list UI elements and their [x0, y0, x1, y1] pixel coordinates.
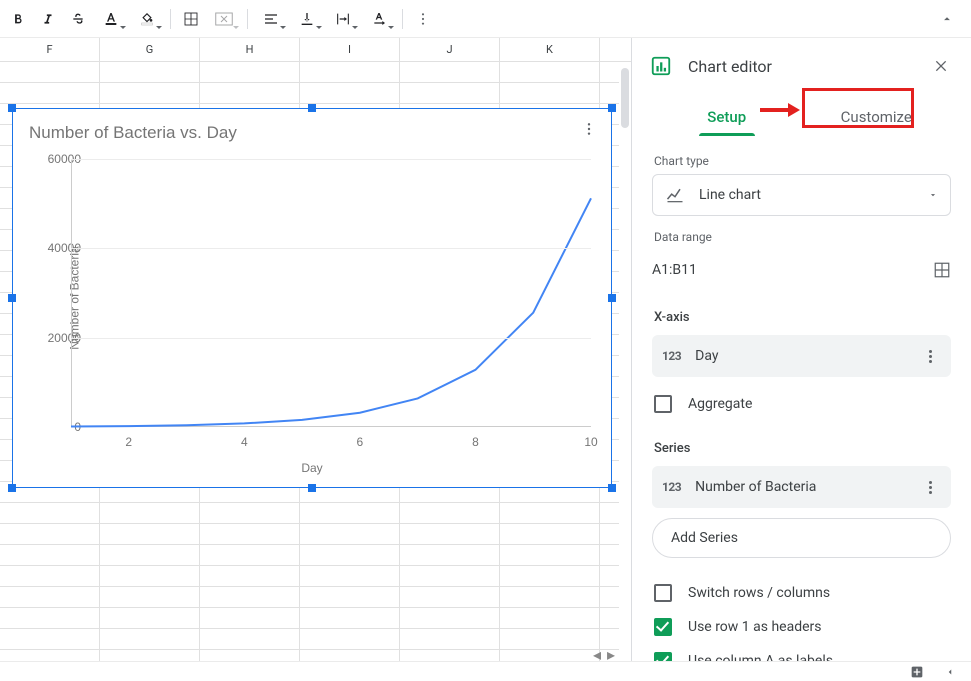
tab-customize[interactable]: Customize [802, 108, 952, 136]
switch-rows-cols-checkbox[interactable] [654, 584, 672, 602]
resize-handle[interactable] [8, 104, 16, 112]
bottom-bar [0, 661, 971, 681]
resize-handle[interactable] [608, 484, 616, 492]
vertical-align-button[interactable] [290, 5, 324, 33]
use-colA-labels-label: Use column A as labels [688, 653, 833, 661]
close-panel-button[interactable] [929, 54, 953, 78]
resize-handle[interactable] [608, 104, 616, 112]
col-header[interactable]: H [200, 38, 300, 61]
data-range-value: A1:B11 [652, 262, 697, 278]
text-rotation-button[interactable] [362, 5, 396, 33]
annotation-arrow-icon [760, 100, 800, 120]
col-header[interactable]: G [100, 38, 200, 61]
use-row1-headers-label: Use row 1 as headers [688, 619, 821, 635]
resize-handle[interactable] [8, 294, 16, 302]
data-range-label: Data range [654, 230, 951, 244]
series-chip[interactable]: 123 Number of Bacteria [652, 466, 951, 508]
select-range-button[interactable] [933, 261, 951, 279]
xaxis-field: Day [695, 348, 905, 364]
explore-icon[interactable] [909, 664, 925, 680]
spreadsheet-area[interactable]: F G H I J K Number of Bacteria vs. Day N… [0, 38, 632, 661]
strikethrough-button[interactable] [64, 5, 92, 33]
column-headers: F G H I J K [0, 38, 631, 62]
horizontal-align-button[interactable] [254, 5, 288, 33]
col-header[interactable]: K [500, 38, 600, 61]
resize-handle[interactable] [308, 104, 316, 112]
toolbar-overflow-button[interactable] [409, 5, 437, 33]
panel-tabs: Setup Customize [632, 94, 971, 136]
add-series-label: Add Series [671, 530, 738, 546]
aggregate-checkbox[interactable] [654, 395, 672, 413]
italic-button[interactable] [34, 5, 62, 33]
aggregate-label: Aggregate [688, 396, 752, 412]
x-axis-label: Day [13, 461, 611, 475]
plot-area [71, 159, 591, 427]
series-field: Number of Bacteria [695, 479, 905, 495]
chart-editor-icon [650, 55, 672, 77]
add-series-button[interactable]: Add Series [652, 518, 951, 558]
switch-rows-cols-label: Switch rows / columns [688, 585, 830, 601]
col-header[interactable]: J [400, 38, 500, 61]
xaxis-section-head: X-axis [654, 310, 951, 325]
scroll-right-icon[interactable]: ▸ [605, 648, 617, 660]
chart-menu-button[interactable] [577, 117, 601, 141]
use-colA-labels-checkbox[interactable] [654, 652, 672, 661]
fill-color-button[interactable] [130, 5, 164, 33]
formatting-toolbar [0, 0, 971, 38]
resize-handle[interactable] [8, 484, 16, 492]
chevron-down-icon [928, 190, 938, 200]
chart-title: Number of Bacteria vs. Day [13, 109, 611, 143]
series-section-head: Series [654, 441, 951, 456]
col-header[interactable]: I [300, 38, 400, 61]
number-type-icon: 123 [662, 349, 681, 363]
bold-button[interactable] [4, 5, 32, 33]
text-color-button[interactable] [94, 5, 128, 33]
resize-handle[interactable] [308, 484, 316, 492]
panel-title: Chart editor [688, 57, 913, 76]
text-wrap-button[interactable] [326, 5, 360, 33]
x-axis: 246810 [71, 433, 591, 453]
embedded-chart[interactable]: Number of Bacteria vs. Day Number of Bac… [12, 108, 612, 488]
chart-type-label: Chart type [654, 154, 951, 168]
xaxis-chip[interactable]: 123 Day [652, 335, 951, 377]
number-type-icon: 123 [662, 480, 681, 494]
resize-handle[interactable] [608, 294, 616, 302]
col-header[interactable]: F [0, 38, 100, 61]
use-row1-headers-checkbox[interactable] [654, 618, 672, 636]
xaxis-menu-button[interactable] [919, 350, 941, 363]
borders-button[interactable] [177, 5, 205, 33]
line-chart-icon [665, 185, 685, 205]
collapse-toolbar-button[interactable] [933, 5, 961, 33]
chart-type-dropdown[interactable]: Line chart [652, 174, 951, 216]
chart-editor-panel: Chart editor Setup Customize Chart type … [632, 38, 971, 661]
horizontal-scrollbar[interactable]: ◂ ▸ [0, 647, 619, 661]
vertical-scrollbar-thumb[interactable] [621, 68, 629, 128]
scroll-left-icon[interactable]: ◂ [591, 648, 603, 660]
merge-cells-button[interactable] [207, 5, 241, 33]
series-menu-button[interactable] [919, 481, 941, 494]
chart-type-value: Line chart [699, 187, 914, 203]
side-panel-toggle-icon[interactable] [945, 665, 955, 679]
